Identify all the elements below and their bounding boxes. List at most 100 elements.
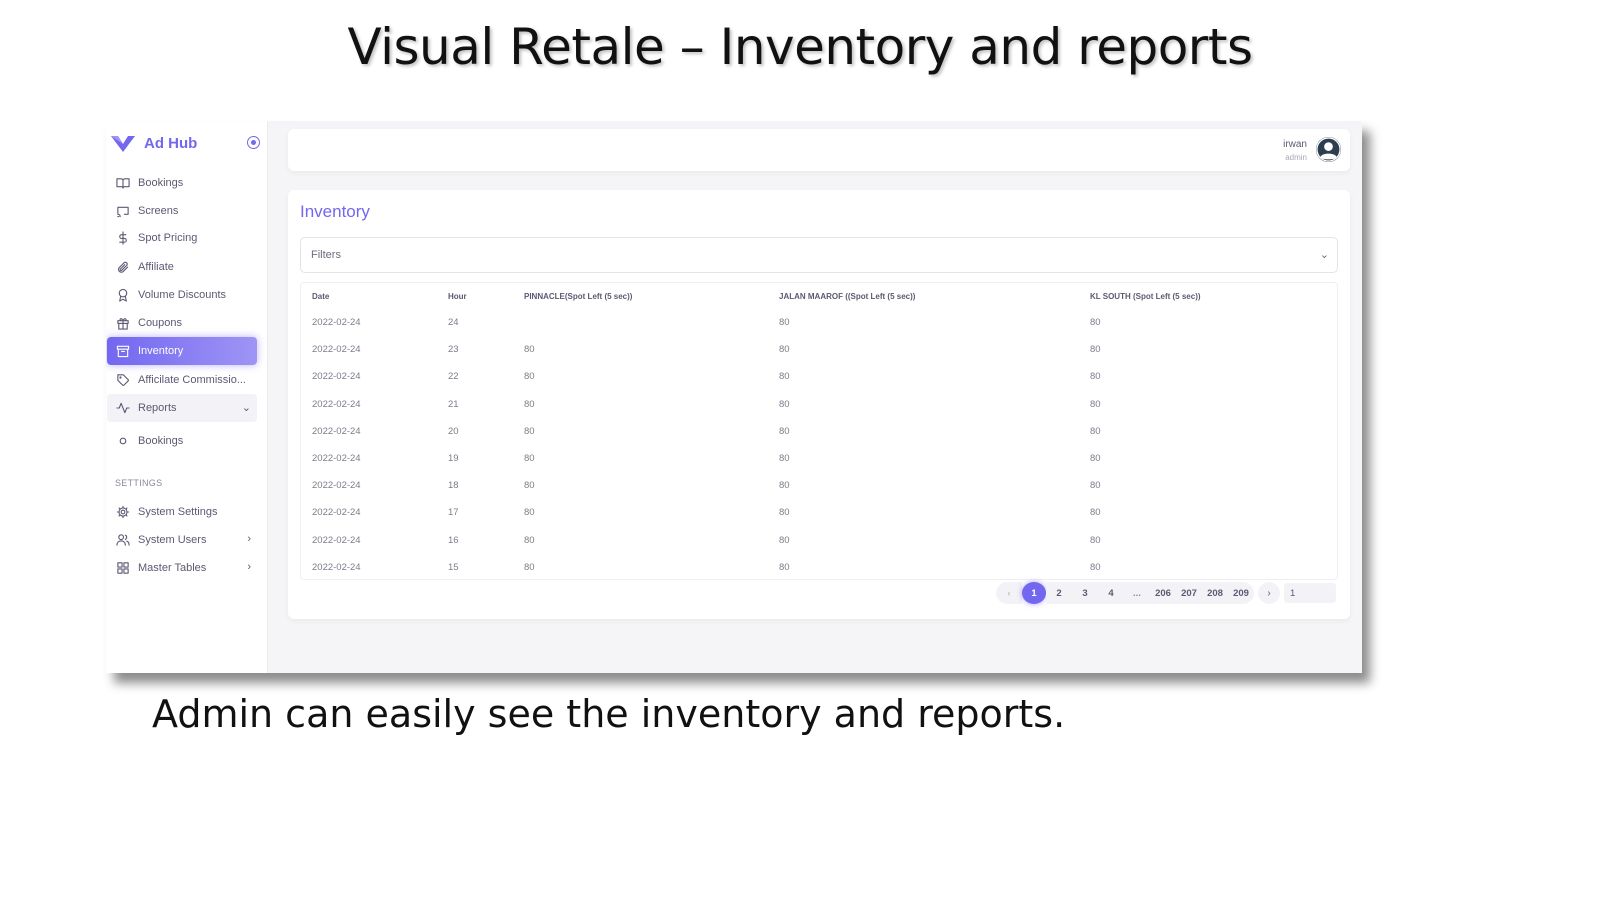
inventory-card: Inventory Filters ⌄ Date Hour PINNACLE(S…	[288, 190, 1350, 619]
circle-icon	[115, 434, 130, 449]
sidebar-item-reports[interactable]: Reports ⌄	[107, 394, 257, 422]
settings-section-label: SETTINGS	[115, 478, 163, 488]
filters-dropdown[interactable]: Filters ⌄	[300, 237, 1338, 273]
cell-kl-south: 80	[1090, 507, 1101, 519]
sidebar-item-screens[interactable]: Screens	[107, 197, 257, 225]
cell-jalan-maarof: 80	[779, 398, 790, 410]
activity-icon	[115, 401, 130, 416]
cell-hour: 20	[448, 425, 459, 437]
table-row: 2022-02-24 24 80 80	[301, 309, 1337, 336]
page-button[interactable]: 1	[1022, 582, 1046, 604]
cell-hour: 23	[448, 344, 459, 356]
sidebar-item-volume-discounts[interactable]: Volume Discounts	[107, 281, 257, 309]
pagination: ‹ 1 2 3 4... 206 207 208 209 ›	[996, 582, 1336, 604]
cell-jalan-maarof: 80	[779, 534, 790, 546]
page-button[interactable]: 209	[1228, 582, 1254, 604]
inventory-table: Date Hour PINNACLE(Spot Left (5 sec)) JA…	[300, 282, 1338, 580]
grid-icon	[115, 561, 130, 576]
table-row: 2022-02-24 16 80 80 80	[301, 527, 1337, 554]
cell-pinnacle: 80	[524, 453, 535, 465]
topbar: irwan admin	[288, 129, 1350, 171]
column-header-kl-south[interactable]: KL SOUTH (Spot Left (5 sec))	[1079, 283, 1337, 309]
users-icon	[115, 533, 130, 548]
screen-cast-icon	[115, 204, 130, 219]
sidebar-item-affiliate[interactable]: Affiliate	[107, 253, 257, 281]
sidebar-item-label: Spot Pricing	[138, 232, 198, 244]
cell-pinnacle: 80	[524, 534, 535, 546]
cell-date: 2022-02-24	[312, 317, 361, 329]
sidebar-item-label: Coupons	[138, 317, 183, 329]
cell-pinnacle: 80	[524, 344, 535, 356]
page-button[interactable]: 208	[1202, 582, 1228, 604]
sidebar-item-label: Master Tables	[138, 562, 207, 574]
page-button[interactable]: 4	[1098, 582, 1124, 604]
cell-jalan-maarof: 80	[779, 507, 790, 519]
cell-date: 2022-02-24	[312, 371, 361, 383]
prev-page-button[interactable]: ‹	[996, 582, 1022, 604]
sidebar-item-afficilate-commissio[interactable]: Afficilate Commissio...	[107, 366, 257, 394]
cell-pinnacle: 80	[524, 480, 535, 492]
cell-jalan-maarof: 80	[779, 480, 790, 492]
sidebar-item-label: Afficilate Commissio...	[138, 374, 246, 386]
cell-date: 2022-02-24	[312, 344, 361, 356]
chevron-down-icon: ⌄	[241, 402, 251, 414]
sidebar-item-label: Reports	[138, 402, 177, 414]
sidebar-item-bookings[interactable]: Bookings	[107, 427, 257, 455]
cell-kl-south: 80	[1090, 317, 1101, 329]
chevron-right-icon: ›	[247, 533, 251, 545]
cell-pinnacle	[513, 309, 768, 336]
column-header-hour[interactable]: Hour	[437, 283, 513, 309]
next-page-button[interactable]: ›	[1258, 582, 1280, 604]
cell-pinnacle: 80	[524, 507, 535, 519]
page-button[interactable]: 206	[1150, 582, 1176, 604]
sidebar-item-spot-pricing[interactable]: Spot Pricing	[107, 224, 257, 252]
table-row: 2022-02-24 22 80 80 80	[301, 363, 1337, 390]
sidebar-toggle-icon[interactable]	[247, 136, 260, 149]
cell-date: 2022-02-24	[312, 507, 361, 519]
page-title: Inventory	[300, 202, 370, 221]
cell-date: 2022-02-24	[312, 534, 361, 546]
cell-pinnacle: 80	[524, 425, 535, 437]
page-button[interactable]: 3	[1072, 582, 1098, 604]
cell-date: 2022-02-24	[312, 561, 361, 573]
cell-kl-south: 80	[1090, 480, 1101, 492]
column-header-date[interactable]: Date	[301, 283, 437, 309]
goto-page-input[interactable]	[1284, 583, 1336, 603]
avatar-icon[interactable]	[1315, 136, 1342, 163]
cell-jalan-maarof: 80	[779, 425, 790, 437]
cell-hour: 18	[448, 480, 459, 492]
page-button[interactable]: 2	[1046, 582, 1072, 604]
sidebar-item-coupons[interactable]: Coupons	[107, 309, 257, 337]
cell-hour: 19	[448, 453, 459, 465]
sidebar-item-label: Bookings	[138, 177, 184, 189]
user-role: admin	[1285, 153, 1307, 162]
cell-hour: 16	[448, 534, 459, 546]
user-name[interactable]: irwan	[1283, 139, 1307, 150]
cell-jalan-maarof: 80	[779, 561, 790, 573]
column-header-pinnacle[interactable]: PINNACLE(Spot Left (5 sec))	[513, 283, 768, 309]
cell-kl-south: 80	[1090, 344, 1101, 356]
table-row: 2022-02-24 23 80 80 80	[301, 336, 1337, 363]
app-window: Ad Hub Bookings Screens Spot Pricing Affili…	[106, 121, 1362, 673]
paperclip-icon	[115, 260, 130, 275]
cell-hour: 17	[448, 507, 459, 519]
table-row: 2022-02-24 15 80 80 80	[301, 554, 1337, 581]
page-button[interactable]: 207	[1176, 582, 1202, 604]
cell-hour: 15	[448, 561, 459, 573]
cell-pinnacle: 80	[524, 371, 535, 383]
filters-label: Filters	[311, 249, 341, 261]
brand-logo-icon	[111, 136, 135, 152]
brand[interactable]: Ad Hub	[110, 131, 260, 155]
sidebar-item-master-tables[interactable]: Master Tables ›	[107, 554, 257, 582]
tag-icon	[115, 373, 130, 388]
sidebar-item-label: Screens	[138, 205, 179, 217]
table-row: 2022-02-24 17 80 80 80	[301, 499, 1337, 526]
cell-kl-south: 80	[1090, 425, 1101, 437]
sidebar-item-system-users[interactable]: System Users ›	[107, 526, 257, 554]
table-row: 2022-02-24 21 80 80 80	[301, 391, 1337, 418]
sidebar-item-bookings[interactable]: Bookings	[107, 169, 257, 197]
sidebar-item-label: System Settings	[138, 506, 218, 518]
sidebar-item-system-settings[interactable]: System Settings	[107, 498, 257, 526]
column-header-jalan-maarof[interactable]: JALAN MAAROF ((Spot Left (5 sec))	[768, 283, 1079, 309]
sidebar-item-inventory[interactable]: Inventory	[107, 337, 257, 365]
